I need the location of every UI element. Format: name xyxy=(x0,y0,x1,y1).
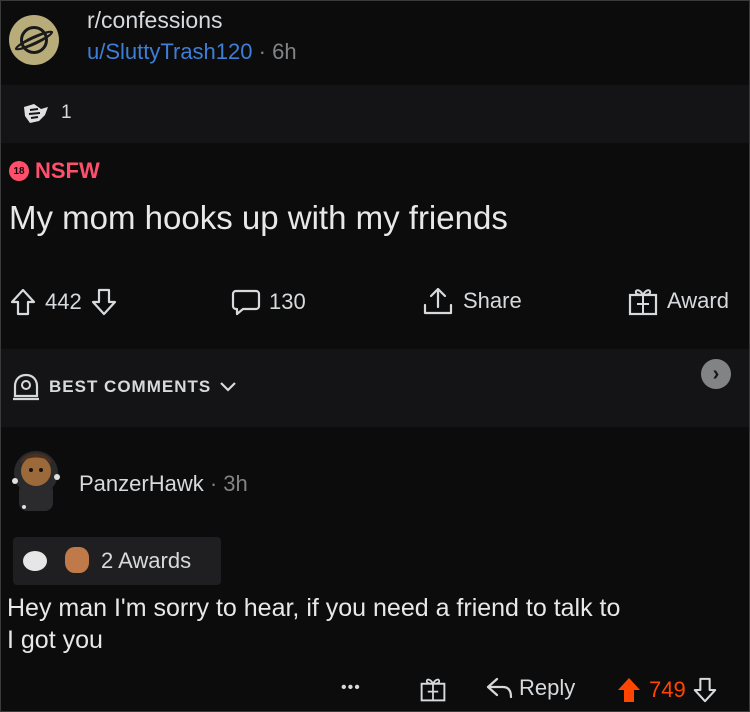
awards-count-label: 2 Awards xyxy=(101,548,192,573)
comments-sort-bar: BEST COMMENTS › xyxy=(1,349,749,427)
post-awards-strip[interactable]: 1 xyxy=(1,85,749,143)
comment-icon xyxy=(231,289,261,316)
comment-meta: PanzerHawk · 3h xyxy=(79,471,248,497)
subreddit-planet-icon[interactable] xyxy=(9,15,59,65)
more-icon[interactable]: ••• xyxy=(341,679,361,697)
comment-award-button[interactable] xyxy=(419,675,447,703)
reply-label: Reply xyxy=(519,675,576,700)
reddit-post-view: r/confessions u/SluttyTrash120 · 6h 1 18… xyxy=(0,0,750,712)
award-label: Award xyxy=(667,288,729,313)
comment-score: 749 xyxy=(649,677,686,702)
comment-actions-bar: ••• Reply 749 xyxy=(1,671,749,711)
reply-button[interactable]: Reply xyxy=(485,675,575,701)
award-button[interactable]: Award xyxy=(627,285,729,317)
comment-body: Hey man I'm sorry to hear, if you need a… xyxy=(7,592,749,656)
gift-award-icon xyxy=(420,678,446,702)
meta-separator: · xyxy=(209,471,218,496)
upvote-icon[interactable] xyxy=(615,675,643,705)
wholesome-award-icon xyxy=(23,551,47,571)
post-upvote-count: 442 xyxy=(45,289,82,314)
gift-award-icon xyxy=(628,289,658,316)
comment-awards-box[interactable]: 2 Awards xyxy=(13,537,221,585)
comments-button[interactable]: 130 xyxy=(231,287,306,317)
downvote-icon[interactable] xyxy=(692,675,718,705)
share-button[interactable]: Share xyxy=(421,285,522,317)
upvote-icon[interactable] xyxy=(9,287,37,317)
nsfw-badge-icon: 18 xyxy=(9,161,29,181)
vote-group: 442 xyxy=(9,287,118,317)
comment-line: Hey man I'm sorry to hear, if you need a… xyxy=(7,594,621,622)
comment-author[interactable]: PanzerHawk xyxy=(79,471,204,496)
chevron-right-icon[interactable]: › xyxy=(701,359,731,389)
comment-count: 130 xyxy=(269,289,306,314)
post-time: 6h xyxy=(272,39,297,64)
post-actions-bar: 442 130 Share Award xyxy=(1,281,749,327)
gold-award-icon xyxy=(65,547,89,573)
share-icon xyxy=(423,287,453,315)
post-author[interactable]: u/SluttyTrash120 xyxy=(87,39,253,64)
sort-shield-icon xyxy=(13,373,39,401)
subreddit-name[interactable]: r/confessions xyxy=(87,7,223,34)
comment-time: 3h xyxy=(223,471,248,496)
comment-line: I got you xyxy=(7,626,103,654)
share-label: Share xyxy=(463,288,522,313)
reply-icon xyxy=(486,677,513,699)
chevron-down-icon xyxy=(220,382,237,392)
nsfw-label: NSFW xyxy=(35,158,100,183)
nsfw-tag: 18 NSFW xyxy=(9,158,100,184)
comment-vote-group: 749 xyxy=(615,675,718,705)
meta-separator: · xyxy=(258,39,266,64)
sort-dropdown[interactable]: BEST COMMENTS xyxy=(11,372,237,402)
downvote-icon[interactable] xyxy=(90,287,118,317)
post-title: My mom hooks up with my friends xyxy=(9,199,508,236)
sort-label: BEST COMMENTS xyxy=(49,377,212,396)
post-meta: u/SluttyTrash120 · 6h xyxy=(87,39,297,65)
award-icon xyxy=(24,104,48,123)
avatar[interactable] xyxy=(7,447,65,515)
award-count: 1 xyxy=(61,102,72,123)
